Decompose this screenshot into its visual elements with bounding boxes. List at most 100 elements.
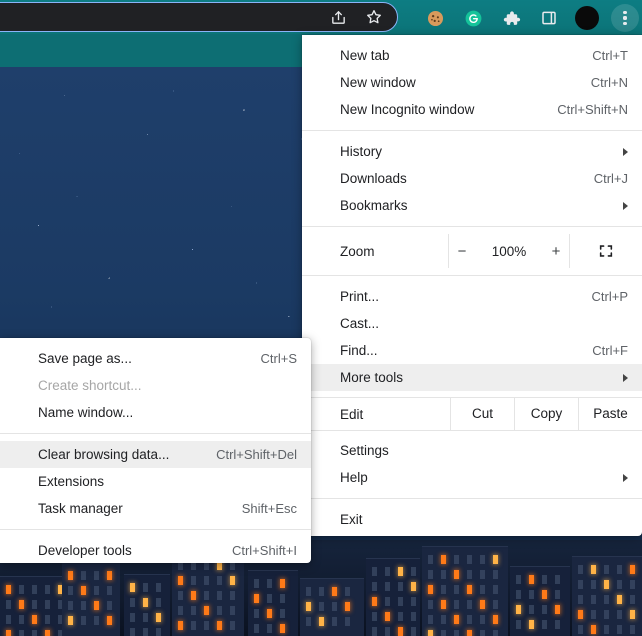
menu-item-label: Cast... bbox=[340, 316, 380, 331]
menu-item-new-tab[interactable]: New tab Ctrl+T bbox=[302, 42, 642, 69]
chrome-menu-button[interactable] bbox=[611, 4, 639, 32]
building-window bbox=[493, 555, 498, 564]
menu-item-label: Find... bbox=[340, 343, 378, 358]
menu-item-extensions[interactable]: Extensions bbox=[0, 468, 311, 495]
building-window bbox=[217, 591, 222, 600]
edit-action-paste[interactable]: Paste bbox=[578, 398, 642, 430]
building-window bbox=[467, 600, 472, 609]
building-window bbox=[578, 610, 583, 619]
building-window bbox=[630, 625, 635, 634]
menu-item-clear-browsing-data[interactable]: Clear browsing data... Ctrl+Shift+Del bbox=[0, 441, 311, 468]
extensions-puzzle-icon[interactable] bbox=[497, 4, 525, 32]
building-window bbox=[230, 576, 235, 585]
building-window bbox=[398, 627, 403, 636]
grammarly-icon[interactable] bbox=[459, 4, 487, 32]
edit-action-cut[interactable]: Cut bbox=[450, 398, 514, 430]
menu-item-task-manager[interactable]: Task manager Shift+Esc bbox=[0, 495, 311, 522]
submenu-arrow-icon bbox=[623, 473, 628, 482]
menu-item-new-incognito-window[interactable]: New Incognito window Ctrl+Shift+N bbox=[302, 96, 642, 123]
menu-item-label: Bookmarks bbox=[340, 198, 408, 213]
menu-separator bbox=[0, 529, 311, 530]
building-window bbox=[94, 586, 99, 595]
building-window bbox=[217, 621, 222, 630]
building-window bbox=[319, 602, 324, 611]
menu-item-exit[interactable]: Exit bbox=[302, 506, 642, 533]
building-window bbox=[428, 630, 433, 636]
building-window bbox=[94, 616, 99, 625]
building-window bbox=[191, 621, 196, 630]
menu-item-name-window[interactable]: Name window... bbox=[0, 399, 311, 426]
building-window bbox=[630, 610, 635, 619]
building-window bbox=[428, 615, 433, 624]
avatar[interactable] bbox=[573, 4, 601, 32]
building-window bbox=[345, 617, 350, 626]
building-window bbox=[6, 630, 11, 636]
building-window bbox=[130, 613, 135, 622]
menu-separator bbox=[302, 275, 642, 276]
menu-item-history[interactable]: History bbox=[302, 138, 642, 165]
chrome-main-menu[interactable]: New tab Ctrl+T New window Ctrl+N New Incogni… bbox=[302, 35, 642, 536]
building-window bbox=[493, 615, 498, 624]
menu-item-help[interactable]: Help bbox=[302, 464, 642, 491]
building-window bbox=[441, 600, 446, 609]
building-window bbox=[372, 612, 377, 621]
zoom-out-button[interactable]: − bbox=[454, 243, 470, 260]
building-window bbox=[178, 606, 183, 615]
submenu-arrow-icon bbox=[623, 201, 628, 210]
menu-item-save-page-as[interactable]: Save page as... Ctrl+S bbox=[0, 345, 311, 372]
building-window bbox=[332, 617, 337, 626]
toolbar-extension-icons bbox=[421, 4, 639, 32]
zoom-in-button[interactable]: + bbox=[548, 243, 564, 260]
menu-item-developer-tools[interactable]: Developer tools Ctrl+Shift+I bbox=[0, 537, 311, 563]
building-window bbox=[280, 579, 285, 588]
building-window bbox=[467, 615, 472, 624]
menu-item-settings[interactable]: Settings bbox=[302, 437, 642, 464]
building-window bbox=[411, 597, 416, 606]
building-window bbox=[130, 598, 135, 607]
building-window bbox=[156, 598, 161, 607]
bookmark-star-icon[interactable] bbox=[363, 6, 385, 28]
more-tools-submenu[interactable]: Save page as... Ctrl+S Create shortcut... N… bbox=[0, 338, 311, 563]
menu-item-print[interactable]: Print... Ctrl+P bbox=[302, 283, 642, 310]
omnibox-action-icons bbox=[327, 6, 385, 28]
menu-item-find[interactable]: Find... Ctrl+F bbox=[302, 337, 642, 364]
building-window bbox=[156, 583, 161, 592]
building-window bbox=[204, 591, 209, 600]
building-window bbox=[345, 602, 350, 611]
building-window bbox=[454, 615, 459, 624]
menu-item-more-tools[interactable]: More tools bbox=[302, 364, 642, 391]
building-window bbox=[191, 576, 196, 585]
building-window bbox=[178, 591, 183, 600]
fullscreen-icon[interactable] bbox=[570, 243, 642, 259]
building-window bbox=[372, 567, 377, 576]
building-window bbox=[385, 567, 390, 576]
menu-item-label: Print... bbox=[340, 289, 380, 304]
side-panel-icon[interactable] bbox=[535, 4, 563, 32]
building-window bbox=[604, 565, 609, 574]
building-window bbox=[604, 595, 609, 604]
menu-item-bookmarks[interactable]: Bookmarks bbox=[302, 192, 642, 219]
building bbox=[172, 552, 244, 636]
menu-item-new-window[interactable]: New window Ctrl+N bbox=[302, 69, 642, 96]
menu-item-downloads[interactable]: Downloads Ctrl+J bbox=[302, 165, 642, 192]
building-window bbox=[372, 597, 377, 606]
menu-item-shortcut: Ctrl+F bbox=[592, 343, 628, 358]
building-window bbox=[555, 620, 560, 629]
building-window bbox=[19, 585, 24, 594]
building-window bbox=[267, 579, 272, 588]
share-icon[interactable] bbox=[327, 6, 349, 28]
building-window bbox=[372, 582, 377, 591]
menu-separator bbox=[302, 226, 642, 227]
building bbox=[366, 558, 420, 636]
building-window bbox=[480, 570, 485, 579]
building-window bbox=[516, 575, 521, 584]
building-window bbox=[480, 615, 485, 624]
edit-action-copy[interactable]: Copy bbox=[514, 398, 578, 430]
building-window bbox=[81, 586, 86, 595]
building-window bbox=[217, 576, 222, 585]
building bbox=[0, 576, 70, 636]
menu-item-label: More tools bbox=[340, 370, 404, 385]
menu-item-cast[interactable]: Cast... bbox=[302, 310, 642, 337]
cookie-icon[interactable] bbox=[421, 4, 449, 32]
building-window bbox=[428, 585, 433, 594]
